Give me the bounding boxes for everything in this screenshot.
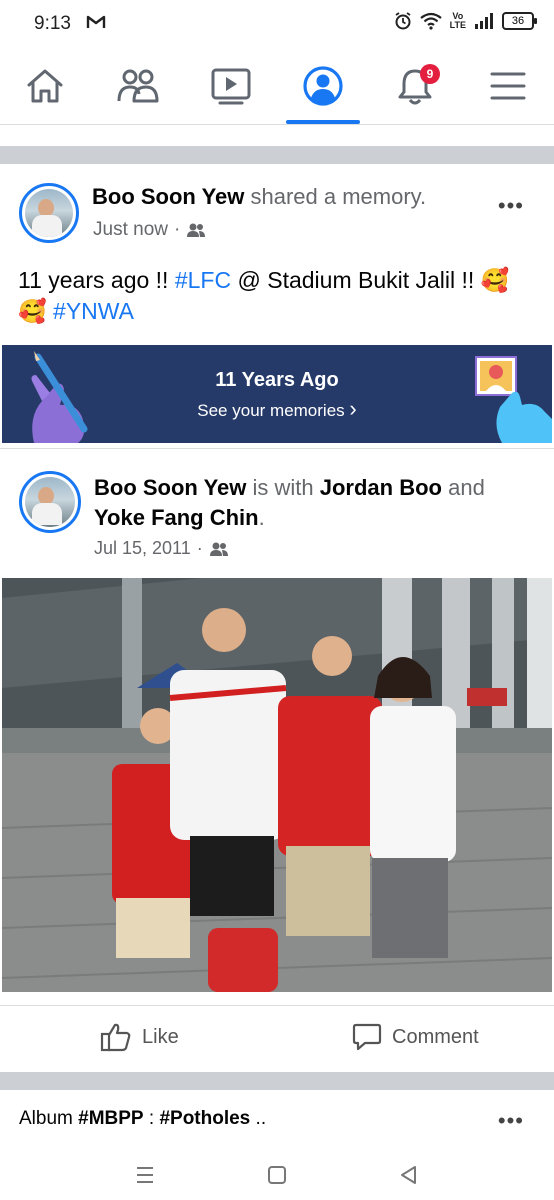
shared-post-date[interactable]: Jul 15, 2011 xyxy=(94,538,191,559)
and-text: and xyxy=(441,475,485,500)
see-memories-label: See your memories xyxy=(197,401,345,420)
period-text: . xyxy=(258,505,265,530)
next-post-options-icon[interactable]: ••• xyxy=(498,1108,524,1134)
next-post-prefix: Album xyxy=(19,1108,79,1129)
memories-banner[interactable]: 11 Years Ago See your memories › xyxy=(2,345,552,443)
recent-apps-icon xyxy=(137,1167,153,1183)
see-memories-link[interactable]: See your memories › xyxy=(2,398,552,421)
back-triangle-icon xyxy=(401,1166,416,1184)
post-text: 11 years ago !! #LFC @ Stadium Bukit Jal… xyxy=(18,265,538,327)
nav-friends[interactable] xyxy=(93,48,183,124)
author-avatar[interactable] xyxy=(19,183,79,243)
recent-apps-button[interactable] xyxy=(128,1158,162,1192)
hashtag-potholes[interactable]: #Potholes xyxy=(159,1108,250,1129)
nav-notifications[interactable]: 9 xyxy=(370,48,460,124)
comment-button[interactable]: Comment xyxy=(352,1022,479,1052)
post-action-bar: Like Comment xyxy=(0,1004,554,1070)
notification-badge: 9 xyxy=(420,64,440,84)
nav-home[interactable] xyxy=(0,48,90,124)
status-icons: Vo LTE 36 xyxy=(394,12,537,30)
next-post-suffix: .. xyxy=(250,1108,267,1129)
tagged-person-yoke[interactable]: Yoke Fang Chin xyxy=(94,505,259,530)
battery-icon: 36 xyxy=(502,12,537,30)
watch-icon xyxy=(211,68,251,105)
next-post-title: Album #MBPP : #Potholes .. xyxy=(19,1108,266,1130)
friends-audience-icon[interactable] xyxy=(186,222,206,238)
nav-profile[interactable] xyxy=(278,48,368,124)
next-post-header[interactable]: Album #MBPP : #Potholes .. ••• xyxy=(0,1092,554,1152)
post-author-line: Boo Soon Yew shared a memory. xyxy=(92,184,426,210)
memories-title: 11 Years Ago xyxy=(215,369,339,391)
post-text-part: 11 years ago !! xyxy=(18,267,175,293)
friends-audience-icon[interactable] xyxy=(209,541,229,557)
comment-icon xyxy=(352,1023,382,1051)
like-label: Like xyxy=(142,1025,179,1048)
friends-icon xyxy=(117,69,159,103)
post-time[interactable]: Just now xyxy=(93,219,168,241)
shared-post-author-line: Boo Soon Yew is with Jordan Boo and Yoke… xyxy=(94,473,534,533)
nav-watch[interactable] xyxy=(186,48,276,124)
status-bar: 9:13 Vo LTE 36 xyxy=(0,0,554,48)
post-action-text: shared a memory. xyxy=(244,184,427,209)
hashtag-ynwa[interactable]: #YNWA xyxy=(53,298,134,324)
shared-author-name[interactable]: Boo Soon Yew xyxy=(94,475,246,500)
meta-separator: · xyxy=(196,538,203,558)
smiling-hearts-emoji: 🥰 xyxy=(18,298,47,324)
alarm-icon xyxy=(395,12,411,30)
system-navigation-bar xyxy=(0,1148,554,1200)
home-icon xyxy=(27,69,63,103)
volte-indicator: Vo LTE xyxy=(450,12,466,30)
menu-icon xyxy=(490,72,526,100)
shared-author-avatar[interactable] xyxy=(19,471,81,533)
feed-separator xyxy=(0,1072,554,1090)
home-square-icon xyxy=(268,1166,286,1184)
smiling-hearts-emoji: 🥰 xyxy=(480,267,510,293)
gmail-icon xyxy=(86,15,106,28)
home-button[interactable] xyxy=(260,1158,294,1192)
stadium-family-photo xyxy=(2,578,552,992)
thumbs-up-icon xyxy=(100,1023,131,1052)
with-text: is with xyxy=(246,475,320,500)
signal-icon xyxy=(475,13,493,29)
post-meta: Just now · xyxy=(93,219,206,241)
profile-icon xyxy=(303,66,343,106)
top-navigation: 9 xyxy=(0,48,554,125)
comment-label: Comment xyxy=(392,1025,479,1048)
hand-with-photo-illustration xyxy=(475,356,552,443)
hashtag-mbpp[interactable]: #MBPP xyxy=(78,1108,143,1129)
meta-separator: · xyxy=(173,219,181,240)
chevron-right-icon: › xyxy=(349,396,357,421)
like-button[interactable]: Like xyxy=(100,1022,179,1052)
feed-separator xyxy=(0,146,554,164)
post-text-part: @ Stadium Bukit Jalil !! xyxy=(231,267,481,293)
post-options-icon[interactable]: ••• xyxy=(498,193,524,219)
back-button[interactable] xyxy=(392,1158,426,1192)
memory-photo[interactable] xyxy=(2,578,552,992)
volte-bottom: LTE xyxy=(449,20,466,30)
wifi-icon xyxy=(419,12,442,30)
tagged-person-jordan[interactable]: Jordan Boo xyxy=(320,475,442,500)
hashtag-lfc[interactable]: #LFC xyxy=(175,267,231,293)
post-header: Boo Soon Yew shared a memory. Just now ·… xyxy=(0,165,554,245)
post-author-name[interactable]: Boo Soon Yew xyxy=(92,184,244,209)
next-post-middle: : xyxy=(143,1108,160,1129)
nav-menu[interactable] xyxy=(463,48,553,124)
status-time: 9:13 xyxy=(34,13,71,34)
hand-with-pencil-illustration xyxy=(31,351,88,443)
shared-post-meta: Jul 15, 2011 · xyxy=(94,538,229,559)
